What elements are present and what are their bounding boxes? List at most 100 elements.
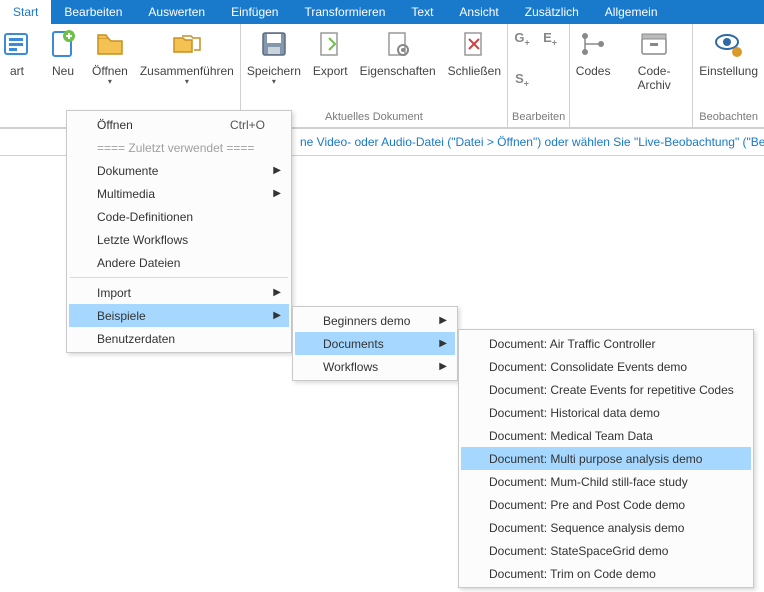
ribbon-btn-oeffnen[interactable]: Öffnen▾	[86, 28, 134, 86]
ribbon-btn-einstellung-label: Einstellung	[699, 64, 758, 78]
ribbon-btn-speichern[interactable]: Speichern▾	[241, 28, 307, 86]
menu-documents-item[interactable]: Document: Historical data demo	[461, 401, 751, 424]
folder-open-icon	[94, 28, 126, 63]
ribbon-btn-oeffnen-label: Öffnen	[92, 64, 128, 78]
ribbon-btn-export[interactable]: Export	[307, 28, 354, 78]
ribbon-btn-schliessen-label: Schließen	[448, 64, 501, 78]
ribbon-btn-export-label: Export	[313, 64, 348, 78]
tab-bearbeiten[interactable]: Bearbeiten	[51, 0, 135, 24]
submenu-arrow-icon: ▶	[273, 287, 281, 298]
menu-beispiele-item[interactable]: Documents ▶	[295, 332, 455, 355]
menu-oeffnen-item: ==== Zuletzt verwendet ====	[69, 136, 289, 159]
ribbon-btn-eigenschaften-label: Eigenschaften	[360, 64, 436, 78]
context-menu-beispiele: Beginners demo▶Documents▶Workflows▶	[292, 306, 458, 381]
ribbon-group-codes-label	[570, 110, 692, 125]
ribbon-btn-eplus[interactable]: E+	[536, 30, 564, 48]
menu-documents-item[interactable]: Document: Pre and Post Code demo	[461, 493, 751, 516]
menu-oeffnen-item[interactable]: Import ▶	[69, 281, 289, 304]
menu-oeffnen-item[interactable]: Benutzerdaten	[69, 327, 289, 350]
menu-oeffnen-item[interactable]: Dokumente▶	[69, 159, 289, 182]
menu-documents-item[interactable]: Document: Mum-Child still-face study	[461, 470, 751, 493]
ribbon-btn-eigenschaften[interactable]: Eigenschaften	[354, 28, 442, 78]
tab-einfuegen[interactable]: Einfügen	[218, 0, 291, 24]
tab-ansicht[interactable]: Ansicht	[446, 0, 511, 24]
menu-documents-item-label: Document: Sequence analysis demo	[489, 521, 684, 535]
menu-oeffnen-item-label: Code-Definitionen	[97, 210, 193, 224]
menu-documents-item-label: Document: Historical data demo	[489, 406, 660, 420]
menu-documents-item[interactable]: Document: Medical Team Data	[461, 424, 751, 447]
menu-documents-item[interactable]: Document: Create Events for repetitive C…	[461, 378, 751, 401]
submenu-arrow-icon: ▶	[439, 338, 447, 349]
menu-documents-item[interactable]: Document: StateSpaceGrid demo	[461, 539, 751, 562]
chevron-down-icon: ▾	[140, 78, 234, 86]
tab-transformieren[interactable]: Transformieren	[291, 0, 398, 24]
ribbon-btn-zusammen-label: Zusammenführen	[140, 64, 234, 78]
menu-oeffnen-item-label: Letzte Workflows	[97, 233, 188, 247]
chevron-down-icon: ▾	[247, 78, 301, 86]
properties-icon	[382, 28, 414, 63]
menu-oeffnen-item[interactable]: Andere Dateien	[69, 251, 289, 274]
menu-documents-item[interactable]: Document: Consolidate Events demo	[461, 355, 751, 378]
menu-oeffnen-item[interactable]: Letzte Workflows	[69, 228, 289, 251]
ribbon-btn-einstellung[interactable]: Einstellung	[693, 28, 764, 78]
menu-beispiele-item[interactable]: Beginners demo ▶	[295, 309, 455, 332]
menu-oeffnen-item-label: Import	[97, 286, 131, 300]
menu-beispiele-item-label: Documents	[323, 337, 384, 351]
menu-documents-item-label: Document: Mum-Child still-face study	[489, 475, 688, 489]
menu-oeffnen-item[interactable]: Multimedia▶	[69, 182, 289, 205]
ribbon-btn-codes-label: Codes	[576, 64, 611, 78]
export-icon	[314, 28, 346, 63]
menu-oeffnen-item[interactable]: Öffnen Ctrl+O	[69, 113, 289, 136]
ribbon-group-bearbeiten-label: Bearbeiten	[508, 110, 569, 125]
ribbon-group-codes: Codes Code-Archiv	[570, 24, 693, 127]
tab-auswerten[interactable]: Auswerten	[135, 0, 218, 24]
context-menu-documents: Document: Air Traffic Controller Document…	[458, 329, 754, 588]
ribbon-btn-neu-label: Neu	[52, 64, 74, 78]
menu-documents-item[interactable]: Document: Multi purpose analysis demo	[461, 447, 751, 470]
menu-documents-item-label: Document: Multi purpose analysis demo	[489, 452, 702, 466]
s-plus-icon: S+	[515, 71, 529, 89]
menu-oeffnen-separator	[70, 277, 288, 278]
tab-text[interactable]: Text	[398, 0, 446, 24]
menu-shortcut: Ctrl+O	[206, 118, 265, 132]
menu-oeffnen-item-label: Beispiele	[97, 309, 146, 323]
e-plus-icon: E+	[543, 30, 557, 48]
ribbon-btn-codes[interactable]: Codes	[570, 28, 616, 78]
menu-documents-item[interactable]: Document: Sequence analysis demo	[461, 516, 751, 539]
codes-icon	[577, 28, 609, 63]
menu-oeffnen-item[interactable]: Beispiele▶	[69, 304, 289, 327]
archive-icon	[638, 28, 670, 63]
menu-documents-item-label: Document: StateSpaceGrid demo	[489, 544, 668, 558]
ribbon-group-beobachten: Einstellung Beobachten	[693, 24, 764, 127]
ribbon-btn-zusammenfuehren[interactable]: Zusammenführen▾	[134, 28, 240, 86]
ribbon-btn-schliessen[interactable]: Schließen	[442, 28, 507, 78]
close-doc-icon	[458, 28, 490, 63]
ribbon-btn-codearchiv[interactable]: Code-Archiv	[616, 28, 692, 92]
ribbon-btn-neu[interactable]: Neu	[40, 28, 86, 78]
submenu-arrow-icon: ▶	[439, 315, 447, 326]
ribbon-group-bearbeiten: G+ E+ S+ Bearbeiten	[508, 24, 570, 127]
menu-beispiele-item[interactable]: Workflows▶	[295, 355, 455, 378]
menu-beispiele-item-label: Beginners demo	[323, 314, 410, 328]
menu-documents-item-label: Document: Medical Team Data	[489, 429, 653, 443]
tab-start[interactable]: Start	[0, 0, 51, 24]
ribbon-btn-splus[interactable]: S+	[508, 71, 536, 89]
menu-oeffnen-item[interactable]: Code-Definitionen	[69, 205, 289, 228]
menu-oeffnen-item-label: Öffnen	[97, 118, 133, 132]
menu-documents-item[interactable]: Document: Air Traffic Controller	[461, 332, 751, 355]
menu-oeffnen-item-label: Benutzerdaten	[97, 332, 175, 346]
merge-icon	[171, 28, 203, 63]
ribbon-group-beobachten-label: Beobachten	[693, 110, 764, 125]
g-plus-icon: G+	[514, 30, 529, 48]
menu-documents-item[interactable]: Document: Trim on Code demo	[461, 562, 751, 585]
ribbon-btn-art[interactable]: art	[0, 28, 40, 78]
ribbon-btn-speichern-label: Speichern	[247, 64, 301, 78]
menu-oeffnen-item-label: Dokumente	[97, 164, 158, 178]
ribbon-btn-gplus[interactable]: G+	[508, 30, 536, 48]
tab-allgemein[interactable]: Allgemein	[592, 0, 671, 24]
menu-documents-item-label: Document: Air Traffic Controller	[489, 337, 656, 351]
submenu-arrow-icon: ▶	[439, 361, 447, 372]
ribbon-btn-art-label: art	[10, 64, 24, 78]
context-menu-oeffnen: ÖffnenCtrl+O==== Zuletzt verwendet ====D…	[66, 110, 292, 353]
tab-zusaetzlich[interactable]: Zusätzlich	[512, 0, 592, 24]
